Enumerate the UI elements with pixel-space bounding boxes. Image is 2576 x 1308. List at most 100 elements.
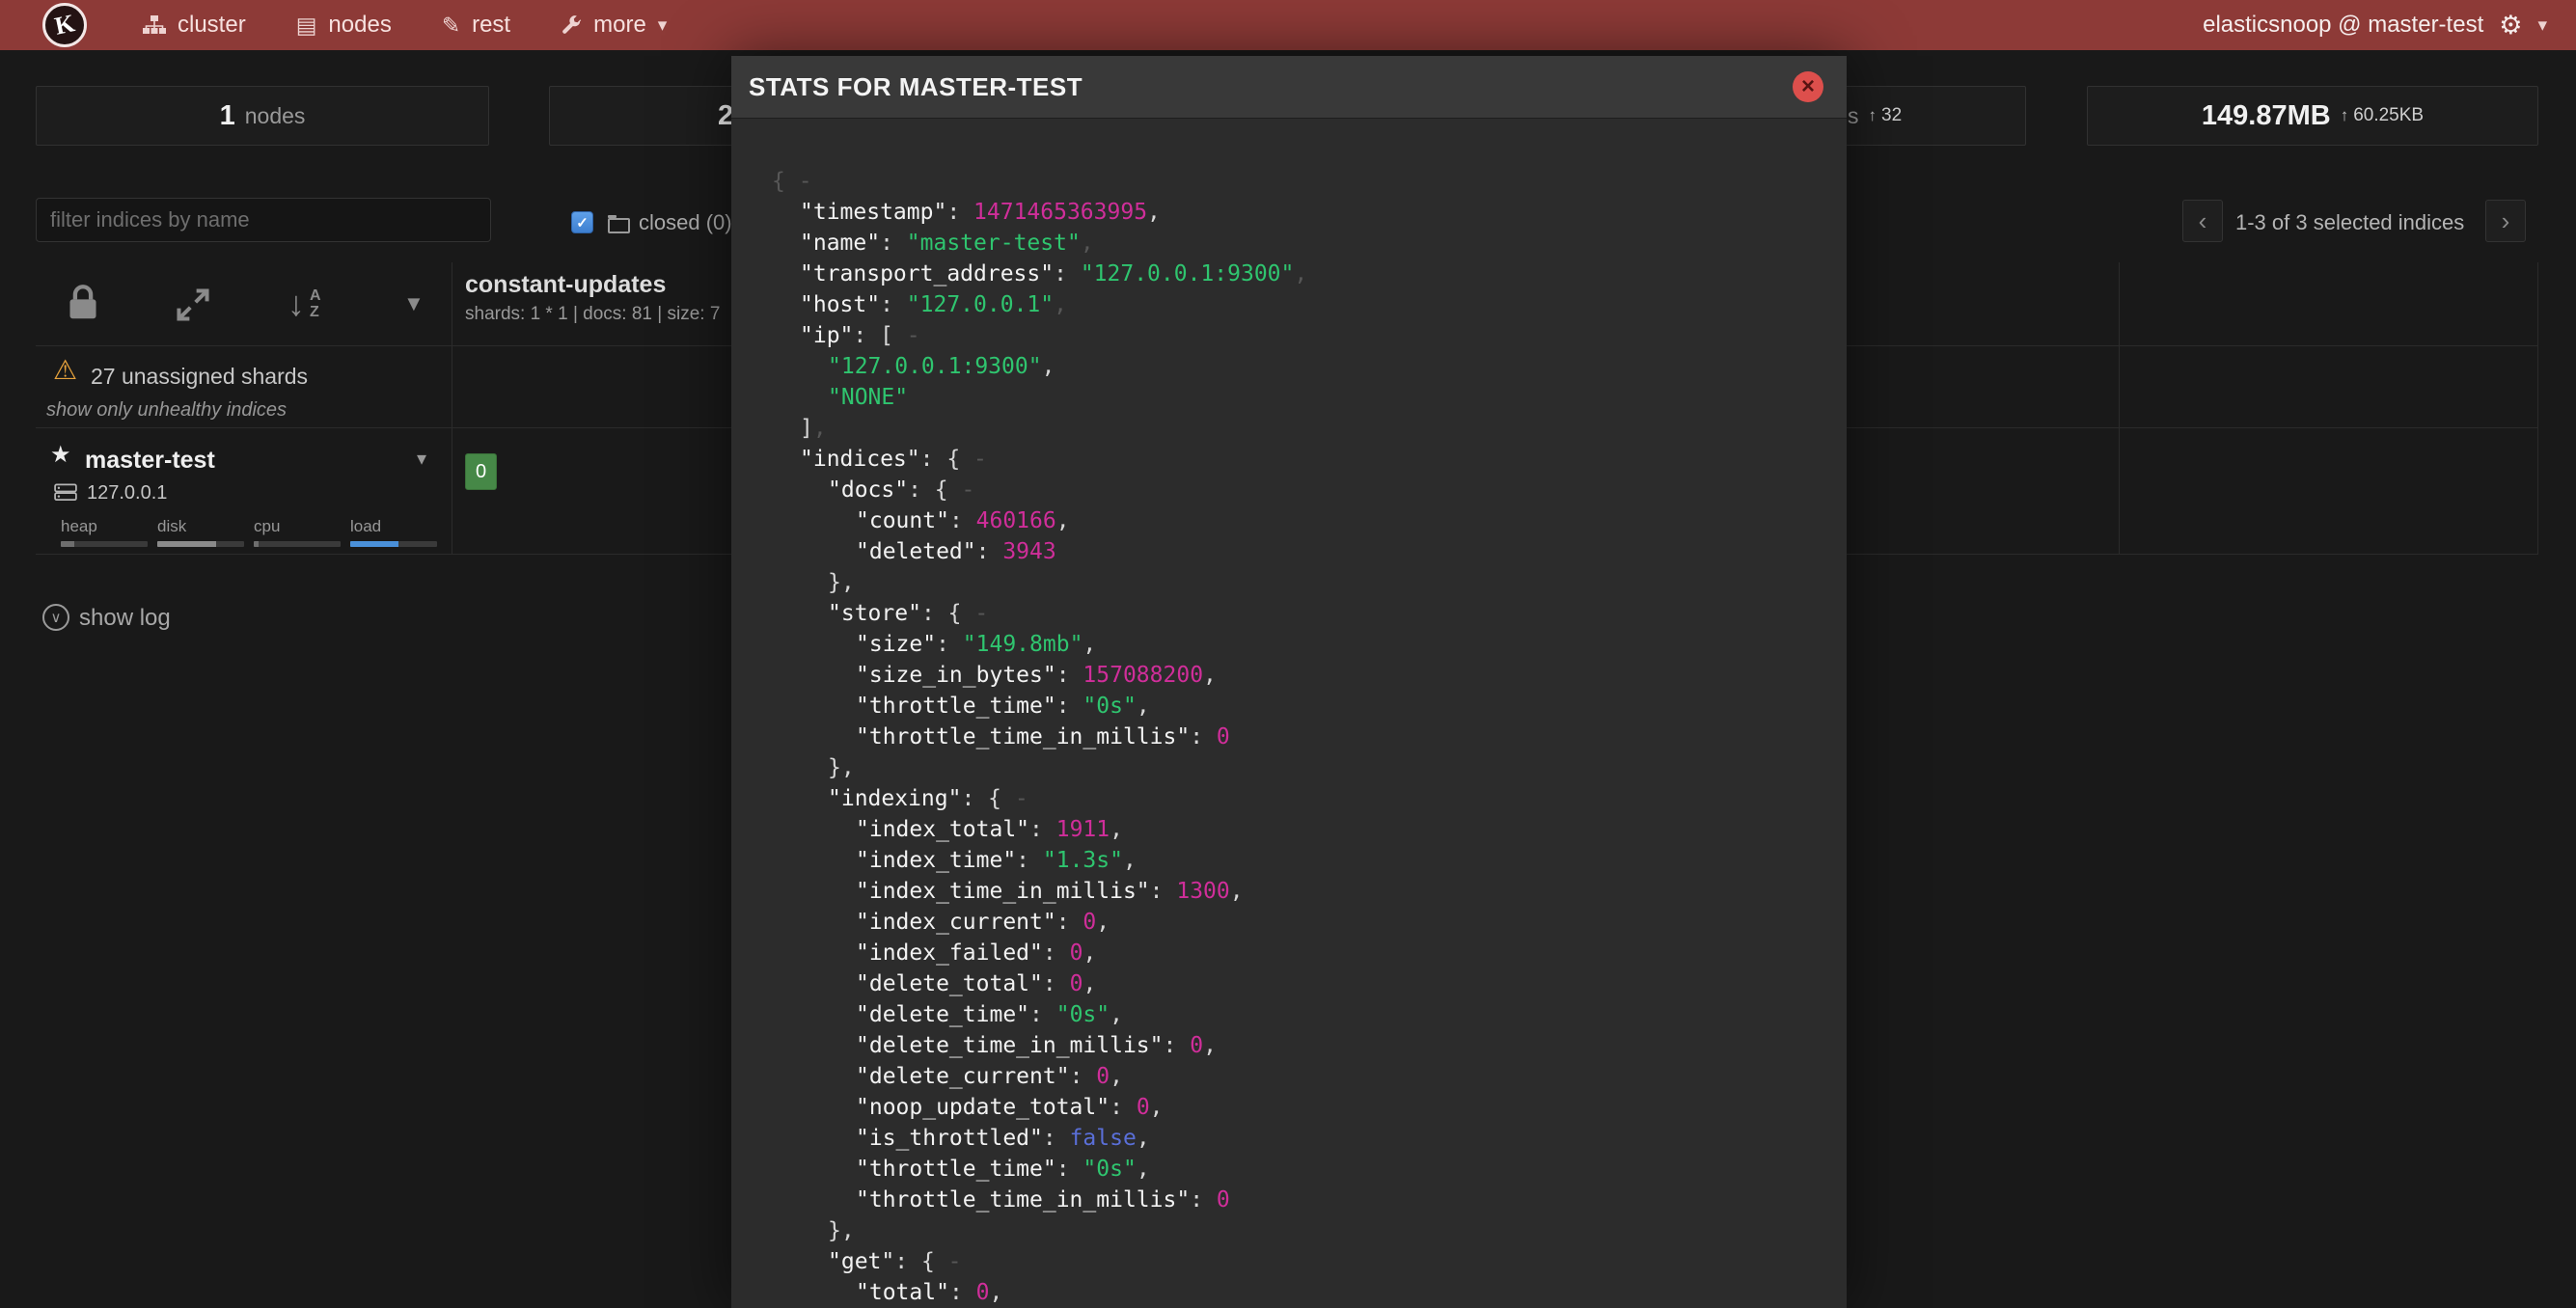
metric-bar	[61, 541, 148, 547]
json-line: "store": { -	[731, 598, 1847, 629]
json-token-key: "deleted"	[856, 539, 976, 564]
json-token-key: "timestamp"	[800, 200, 946, 225]
json-token-key: "delete_time"	[856, 1002, 1029, 1027]
json-token-punct: ,	[1082, 632, 1096, 657]
pagination-next-button[interactable]: ›	[2485, 200, 2526, 242]
collapse-toggle[interactable]: -	[961, 477, 974, 503]
json-token-punct: :	[946, 200, 973, 225]
json-token-punct: ,	[1150, 1095, 1164, 1120]
metric-label: disk	[157, 517, 244, 536]
json-token-punct: ,	[1110, 1002, 1123, 1027]
filter-indices-input[interactable]	[36, 198, 491, 242]
collapse-toggle[interactable]: -	[1015, 786, 1028, 811]
metric-fill	[254, 541, 259, 547]
json-token-key: "delete_total"	[856, 971, 1043, 996]
account-label: elasticsnoop @ master-test	[2203, 12, 2483, 39]
collapse-toggle[interactable]: -	[974, 601, 988, 626]
json-line: "noop_update_total": 0,	[731, 1092, 1847, 1123]
star-icon[interactable]: ★	[50, 444, 71, 467]
collapse-toggle[interactable]: -	[948, 1249, 962, 1274]
menu-label-nodes: nodes	[328, 12, 391, 39]
json-token-punct: ,	[1230, 879, 1244, 904]
json-line: "is_throttled": false,	[731, 1123, 1847, 1154]
wrench-icon	[561, 14, 582, 36]
collapse-toggle[interactable]: -	[973, 447, 987, 472]
json-token-punct: :	[1016, 848, 1043, 873]
json-token-punct: },	[828, 1218, 855, 1243]
menu-label-cluster: cluster	[178, 12, 246, 39]
nodes-count: 1	[220, 100, 235, 132]
menu-item-rest[interactable]: ✎ rest	[442, 12, 510, 39]
json-token-dim: ,	[1294, 261, 1307, 286]
collapse-toggle[interactable]: -	[907, 323, 920, 348]
grid-line	[2119, 262, 2120, 554]
json-token-punct: :	[1043, 971, 1070, 996]
json-token-str: "127.0.0.1"	[907, 292, 1054, 317]
json-token-key: "index_time_in_millis"	[856, 879, 1150, 904]
json-token-punct: ,	[1147, 200, 1161, 225]
show-unhealthy-link[interactable]: show only unhealthy indices	[46, 399, 287, 422]
json-token-key: "index_total"	[856, 817, 1029, 842]
json-token-num: 460166	[976, 508, 1056, 533]
json-token-key: "index_current"	[856, 910, 1056, 935]
metric-fill	[350, 541, 398, 547]
metric-bar	[350, 541, 437, 547]
json-token-punct: :	[936, 632, 963, 657]
node-caret-icon[interactable]: ▾	[417, 447, 426, 471]
node-metric-load: load	[350, 517, 437, 547]
gear-icon[interactable]: ⚙	[2499, 13, 2522, 39]
json-token-str: "1.3s"	[1043, 848, 1123, 873]
json-token-str: "master-test"	[907, 231, 1081, 256]
pagination-range-label: 1-3 of 3 selected indices	[2235, 210, 2464, 235]
shard-cell[interactable]: 0	[465, 453, 497, 490]
stat-box-nodes: 1 nodes	[36, 86, 489, 146]
json-token-num: 0	[1217, 724, 1230, 749]
kopf-logo[interactable]: K	[42, 3, 87, 47]
expand-icon[interactable]	[174, 286, 212, 324]
json-line: "size_in_bytes": 157088200,	[731, 660, 1847, 691]
size-delta-value: 60.25KB	[2353, 105, 2424, 126]
menu-item-nodes[interactable]: ▤ nodes	[296, 12, 392, 39]
json-token-key: "throttle_time"	[856, 1157, 1056, 1182]
menu-item-more[interactable]: more ▾	[561, 12, 667, 39]
metric-fill	[157, 541, 216, 547]
navbar-right: elasticsnoop @ master-test ⚙ ▾	[2203, 12, 2547, 39]
table-dropdown-icon[interactable]: ▼	[403, 291, 425, 316]
show-log-link[interactable]: show log	[79, 605, 171, 632]
json-viewer: { -"timestamp": 1471465363995,"name": "m…	[731, 119, 1847, 1308]
metric-label: heap	[61, 517, 148, 536]
close-icon: ×	[1801, 75, 1815, 98]
json-token-key: "throttle_time"	[856, 694, 1056, 719]
index-column-title[interactable]: constant-updates	[465, 271, 666, 299]
json-token-punct: },	[828, 570, 855, 595]
menu-item-cluster[interactable]: cluster	[143, 12, 246, 39]
json-token-str: "0s"	[1082, 1157, 1136, 1182]
node-name[interactable]: master-test	[85, 447, 215, 475]
json-token-punct: :	[949, 1280, 976, 1305]
unassigned-shards-label: 27 unassigned shards	[91, 364, 308, 390]
json-token-punct: ,	[1056, 508, 1070, 533]
json-token-punct: :	[1056, 663, 1083, 688]
settings-caret-icon[interactable]: ▾	[2537, 14, 2547, 37]
closed-indices-checkbox[interactable]: ✓	[571, 211, 593, 233]
json-token-punct: : {	[961, 786, 1014, 811]
stats-modal: STATS FOR MASTER-TEST × { -"timestamp": …	[731, 56, 1847, 1308]
sort-alpha-icon[interactable]: ↓ A Z	[288, 283, 321, 325]
json-token-key: "indexing"	[828, 786, 961, 811]
json-token-punct: :	[1043, 940, 1070, 966]
json-line: "throttle_time": "0s",	[731, 691, 1847, 722]
json-token-dim: ,	[1081, 231, 1094, 256]
json-line: "throttle_time_in_millis": 0	[731, 1185, 1847, 1215]
chevron-circle-down-icon[interactable]: ∨	[42, 604, 69, 631]
json-token-num: 157088200	[1082, 663, 1203, 688]
json-line: "delete_current": 0,	[731, 1061, 1847, 1092]
pagination-prev-button[interactable]: ‹	[2182, 200, 2223, 242]
json-token-punct: },	[828, 755, 855, 780]
json-token-punct: ,	[1203, 663, 1217, 688]
json-token-str: "127.0.0.1:9300"	[828, 354, 1042, 379]
collapse-toggle[interactable]: { -	[772, 169, 812, 194]
close-button[interactable]: ×	[1793, 71, 1823, 102]
metric-bar	[254, 541, 341, 547]
json-line: "index_current": 0,	[731, 907, 1847, 938]
lock-icon[interactable]	[66, 282, 100, 324]
